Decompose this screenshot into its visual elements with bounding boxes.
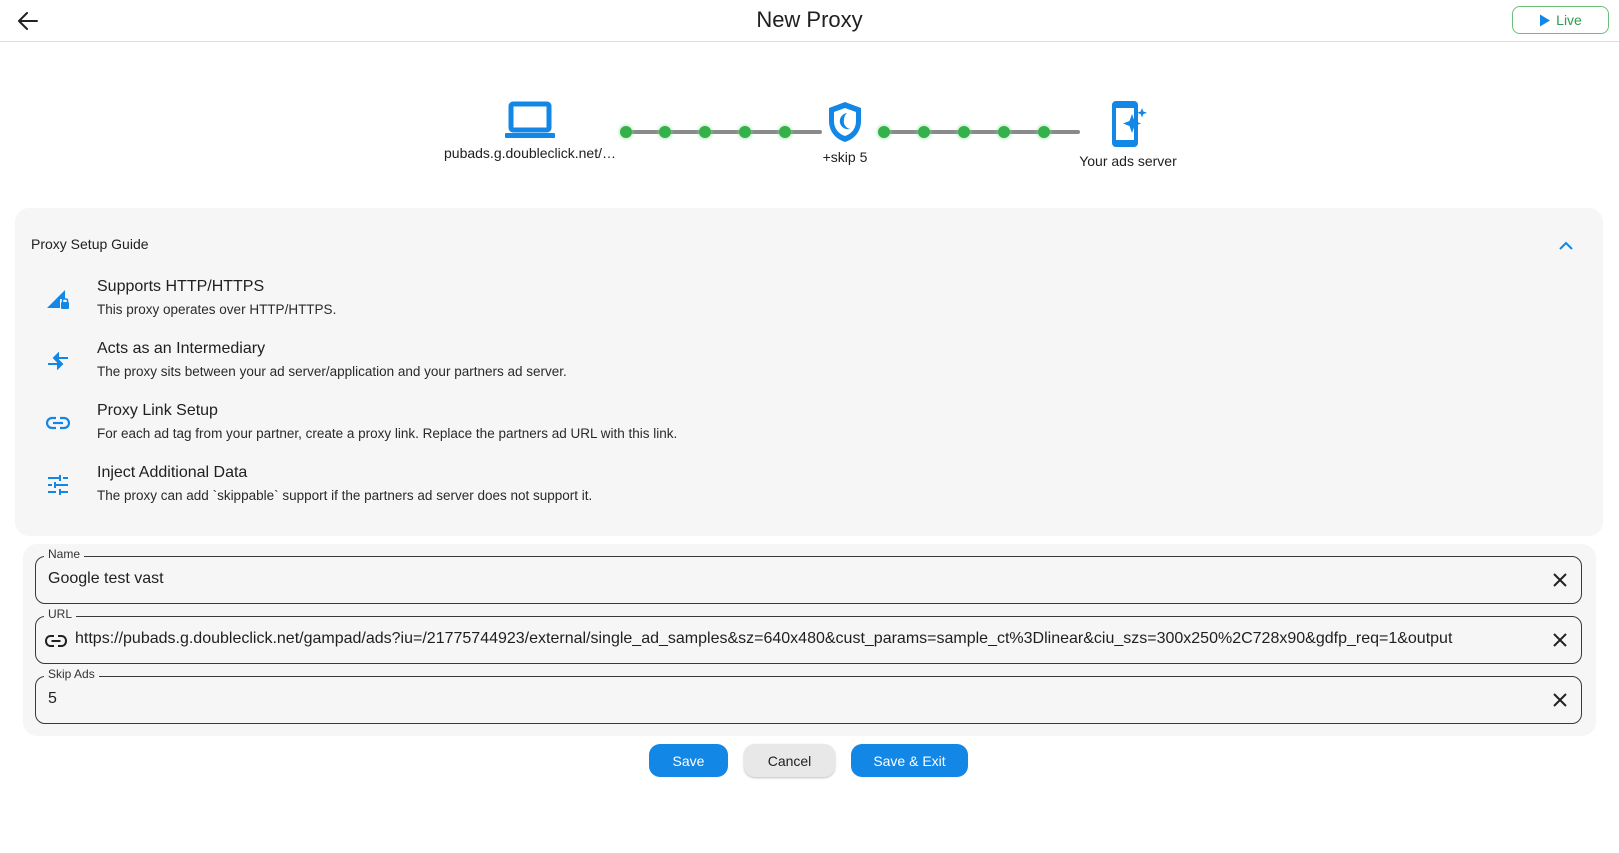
mobile-sparkle-icon (1112, 101, 1147, 147)
name-field-label: Name (44, 547, 85, 561)
guide-title[interactable]: Proxy Setup Guide (31, 236, 149, 252)
top-bar: New Proxy Live (0, 0, 1619, 42)
clear-name-icon[interactable] (1549, 569, 1571, 591)
flow-target-label: Your ads server (1079, 153, 1177, 169)
flow-source-label: pubads.g.doubleclick.net/… (444, 145, 616, 161)
flow-dot (739, 126, 751, 138)
save-button[interactable]: Save (649, 744, 728, 777)
flow-dot (998, 126, 1010, 138)
guide-item: Proxy Link Setup For each ad tag from yo… (45, 402, 1445, 452)
link-icon (45, 410, 71, 436)
save-exit-button[interactable]: Save & Exit (851, 744, 968, 777)
proxy-flow-diagram: pubads.g.doubleclick.net/… +skip 5 Your … (0, 100, 1619, 180)
url-input[interactable] (75, 630, 1531, 648)
form-actions: Save Cancel Save & Exit (0, 744, 1619, 778)
live-label: Live (1556, 12, 1582, 28)
skip-ads-field[interactable]: Skip Ads (35, 667, 1582, 724)
url-field-label: URL (44, 607, 77, 621)
flow-connector-left (620, 126, 822, 138)
flow-dot (699, 126, 711, 138)
guide-item-title: Inject Additional Data (97, 464, 248, 481)
name-input[interactable] (48, 570, 1531, 588)
guide-item: Inject Additional Data The proxy can add… (45, 464, 1445, 514)
guide-item-description: The proxy sits between your ad server/ap… (97, 364, 567, 379)
proxy-setup-guide: Proxy Setup Guide Supports HTTP/HTTPS Th… (15, 208, 1603, 536)
page-title: New Proxy (756, 7, 863, 32)
flow-source-node: pubads.g.doubleclick.net/… (430, 100, 630, 161)
compare-arrows-icon (45, 348, 71, 374)
live-button[interactable]: Live (1512, 6, 1609, 34)
tune-icon (45, 472, 71, 498)
flow-dot (878, 126, 890, 138)
clear-skip-ads-icon[interactable] (1549, 689, 1571, 711)
laptop-icon (505, 101, 555, 138)
guide-item-title: Proxy Link Setup (97, 402, 218, 419)
signal-lock-icon (45, 286, 71, 312)
play-icon (1540, 14, 1551, 26)
guide-item-description: For each ad tag from your partner, creat… (97, 426, 678, 441)
url-field[interactable]: URL (35, 607, 1582, 664)
flow-dot (1038, 126, 1050, 138)
skip-ads-input[interactable] (48, 690, 1531, 708)
shield-moon-icon (829, 102, 861, 142)
proxy-form: Name URL Skip Ads (23, 544, 1596, 736)
flow-proxy-label: +skip 5 (822, 149, 868, 165)
flow-dot (779, 126, 791, 138)
guide-item-title: Supports HTTP/HTTPS (97, 278, 265, 295)
guide-item-description: The proxy can add `skippable` support if… (97, 488, 593, 503)
guide-item: Acts as an Intermediary The proxy sits b… (45, 340, 1445, 390)
skip-ads-field-label: Skip Ads (44, 667, 99, 681)
flow-dot (958, 126, 970, 138)
flow-dot (659, 126, 671, 138)
guide-item-title: Acts as an Intermediary (97, 340, 266, 357)
clear-url-icon[interactable] (1549, 629, 1571, 651)
cancel-button[interactable]: Cancel (744, 744, 835, 777)
guide-item: Supports HTTP/HTTPS This proxy operates … (45, 278, 1445, 328)
guide-item-description: This proxy operates over HTTP/HTTPS. (97, 302, 337, 317)
flow-target-node: Your ads server (1078, 100, 1178, 169)
name-field[interactable]: Name (35, 547, 1582, 604)
flow-connector-right (878, 126, 1080, 138)
chevron-up-icon[interactable] (1555, 234, 1577, 256)
link-icon (45, 630, 67, 652)
flow-dot (620, 126, 632, 138)
flow-dot (918, 126, 930, 138)
